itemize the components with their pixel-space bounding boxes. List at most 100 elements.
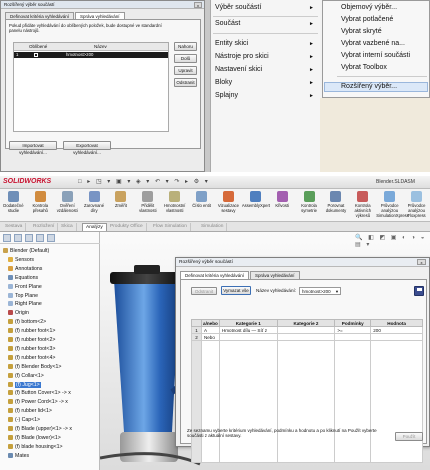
ribbon-button[interactable]: Zarovnané díry (81, 191, 108, 213)
tree-item[interactable]: (-) Cap<1> (8, 417, 40, 423)
column-header: Podmínky (334, 319, 372, 327)
favorite-checkbox[interactable] (34, 53, 38, 57)
ribbon-button[interactable]: Přidělit vlastnosti (134, 191, 161, 213)
tab-6[interactable]: Simulation (198, 223, 228, 231)
menu-item-component-selection[interactable]: Výběr součástí (215, 4, 261, 11)
tree-item[interactable]: Equations (8, 274, 38, 281)
tab-4[interactable]: Produkty Office (107, 223, 147, 231)
delete-button[interactable]: Odstranit (191, 287, 217, 295)
display-manager-icon[interactable] (47, 234, 55, 242)
move-up-button[interactable]: Nahoru (174, 42, 197, 51)
menu-item-blocks[interactable]: Bloky (215, 79, 232, 86)
ribbon-button[interactable]: Kontrola aktivních výkresů (349, 191, 376, 218)
apply-button[interactable]: Použít (395, 432, 423, 441)
ribbon-button[interactable]: Křivosti (269, 191, 296, 208)
import-search-button[interactable]: Importovat vyhledávání... (9, 141, 57, 155)
configuration-icon[interactable] (25, 234, 33, 242)
ribbon-button[interactable]: Ověření vzdálenosti (54, 191, 81, 213)
tree-item[interactable]: (f) Collar<1> (8, 372, 44, 379)
tree-item[interactable]: Blender (Default) (3, 248, 49, 254)
tab-define-criteria[interactable]: Definovat kritéria vyhledávání (180, 271, 250, 279)
menu-item-select-mated-to[interactable]: Vybrat vazbené na... (341, 40, 405, 47)
table-cell[interactable] (276, 333, 336, 341)
tree-item[interactable]: (f) Jug<1> (8, 381, 41, 388)
dimxpert-icon[interactable] (36, 234, 44, 242)
close-icon[interactable]: x (194, 2, 202, 8)
tree-item[interactable]: (f) Blade (lower)<1> (8, 434, 61, 441)
tree-item[interactable]: Top Plane (8, 292, 38, 299)
quick-access-toolbar[interactable]: □ ▸ ◳ ▾ ▣ ▾ ◈ ▾ ↶ ▾ ↷ ▸ ⚙ ▾ (78, 178, 210, 185)
tab-2[interactable]: Skica (58, 223, 77, 231)
ribbon-button[interactable]: Kontrola přesahů (27, 191, 54, 213)
menu-item-advanced-select[interactable]: Rozšířený výběr... (341, 83, 397, 90)
menu-item-volume-select[interactable]: Objemový výběr... (341, 4, 397, 11)
table-row[interactable]: 2 Nebo (191, 333, 423, 341)
tree-item[interactable]: (f) Button Cover<1> -> x (8, 390, 71, 396)
ribbon-button[interactable]: Porovnat dokumenty (323, 191, 350, 213)
feature-tree-icon[interactable] (3, 234, 11, 242)
tab-5[interactable]: Flow Simulation (150, 223, 191, 231)
table-cell[interactable] (334, 333, 372, 341)
tree-item[interactable]: (f) rubber foot<3> (8, 345, 55, 352)
search-name-select[interactable]: hmotnost>200 ▼ (299, 287, 341, 295)
tree-item[interactable]: (f) Blade (upper)<1> -> x (8, 426, 72, 432)
menu-item-sketch-tools[interactable]: Nástroje pro skici (215, 53, 269, 60)
ribbon-button[interactable]: Průvodce analýzou SimulationXpress (376, 191, 409, 218)
table-row[interactable]: 1 A Hmotnost dílu — Síť z >= 200 (191, 326, 423, 334)
tab-1[interactable]: Rozložení (30, 223, 59, 231)
menu-item-component[interactable]: Součást (215, 20, 240, 27)
close-icon[interactable]: x (417, 259, 426, 265)
table-cell[interactable]: A (200, 326, 220, 334)
menu-item-select-hidden[interactable]: Vybrat skryté (341, 28, 382, 35)
table-cell[interactable] (276, 326, 336, 334)
tree-item[interactable]: (f) rubber foot<2> (8, 337, 55, 343)
tab-manage-search[interactable]: Správa vyhledávání (250, 271, 300, 279)
tree-item-label: (f) Blade (upper)<1> -> x (15, 426, 72, 432)
menu-item-select-suppressed[interactable]: Vybrat potlačené (341, 16, 393, 23)
ribbon-button[interactable]: Kontrola symetrie (296, 191, 323, 213)
table-cell[interactable] (218, 333, 278, 341)
ribbon-button[interactable]: Dodatečné studie (0, 191, 27, 213)
heads-up-view-toolbar[interactable]: 🔍 ◧ ◩ ▣ ◐ ◑ ◒ ▤ ▾ (355, 234, 430, 248)
table-row[interactable]: 1 hmotnost>200 (14, 52, 168, 58)
ribbon-button[interactable]: Číslo entit (188, 191, 215, 208)
table-cell[interactable]: Hmotnost dílu — Síť z (218, 326, 278, 334)
rename-button[interactable]: Upravit (174, 66, 197, 75)
ribbon-button[interactable]: AssemblyXpert (242, 191, 270, 208)
tree-item[interactable]: (f) rubber lid<1> (8, 408, 52, 414)
ribbon-button[interactable]: Průvodce analýzou Floxpress (403, 191, 430, 218)
table-cell[interactable]: Nebo (200, 333, 220, 341)
tree-item[interactable]: (f) blade housing<1> (8, 443, 63, 450)
menu-item-select-toolbox[interactable]: Vybrat Toolbox (341, 64, 387, 71)
menu-item-select-internal[interactable]: Vybrat interní součásti (341, 52, 410, 59)
tree-item[interactable]: Origin (8, 310, 29, 316)
move-down-button[interactable]: Dolů (174, 54, 197, 63)
tab-3[interactable]: Analýzy (82, 223, 107, 231)
tree-item[interactable]: (f) bottom<2> (8, 319, 46, 325)
tree-item[interactable]: (f) rubber foot<4> (8, 354, 55, 361)
delete-button[interactable]: Odstranit (174, 78, 197, 87)
property-manager-icon[interactable] (14, 234, 22, 242)
tree-item[interactable]: Front Plane (8, 283, 42, 290)
tab-0[interactable]: Sestava (2, 223, 27, 231)
table-cell[interactable] (370, 333, 423, 341)
tree-item[interactable]: Sensors (8, 256, 34, 263)
clear-all-button[interactable]: Vymazat vše (221, 286, 251, 295)
chevron-down-icon: ▼ (335, 289, 339, 294)
ribbon-button[interactable]: Změřit (108, 191, 135, 208)
tree-item[interactable]: Mates (8, 452, 29, 459)
ribbon-button[interactable]: Vizualizace sestavy (215, 191, 242, 213)
menu-item-sketch-settings[interactable]: Nastavení skici (215, 66, 262, 73)
export-search-button[interactable]: Exportovat vyhledávání... (63, 141, 111, 155)
ribbon-button[interactable]: Hmotnostní vlastnosti (161, 191, 188, 213)
tree-item[interactable]: Right Plane (8, 301, 42, 307)
menu-item-sketch-entities[interactable]: Entity skici (215, 40, 248, 47)
table-cell[interactable]: 200 (370, 326, 423, 334)
save-icon[interactable] (414, 286, 424, 296)
menu-item-splines[interactable]: Splajny (215, 92, 238, 99)
tree-item[interactable]: Annotations (8, 265, 42, 272)
table-cell[interactable]: >= (334, 326, 372, 334)
tree-item[interactable]: (f) Power Cord<1> -> x (8, 399, 68, 405)
tree-item[interactable]: (f) Blender Body<1> (8, 363, 61, 370)
tree-item[interactable]: (f) rubber foot<1> (8, 328, 55, 334)
